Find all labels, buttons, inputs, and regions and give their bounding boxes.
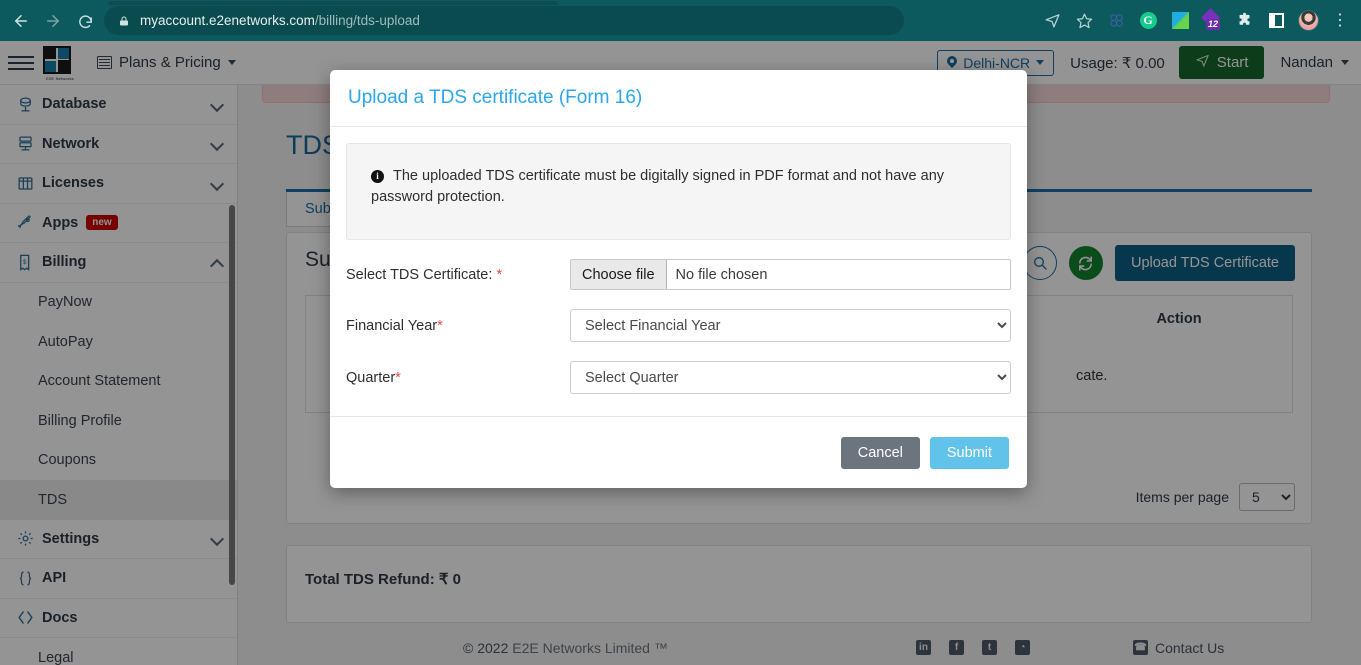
modal-header: Upload a TDS certificate (Form 16) bbox=[330, 70, 1027, 127]
modal-body: i The uploaded TDS certificate must be di… bbox=[330, 127, 1027, 416]
required-marker: * bbox=[437, 317, 443, 334]
browser-tab-strip[interactable] bbox=[0, 0, 1361, 5]
info-alert: i The uploaded TDS certificate must be di… bbox=[346, 143, 1011, 240]
bookmark-star-icon[interactable] bbox=[1069, 6, 1099, 35]
form-row-quarter: Quarter* Select Quarter bbox=[346, 361, 1011, 394]
cancel-button[interactable]: Cancel bbox=[840, 436, 920, 469]
submit-button[interactable]: Submit bbox=[929, 436, 1009, 469]
upload-tds-modal: Upload a TDS certificate (Form 16) i The … bbox=[330, 70, 1027, 488]
choose-file-button[interactable]: Choose file bbox=[571, 260, 667, 289]
purple-badge-count: 12 bbox=[1206, 18, 1221, 30]
forward-arrow-icon[interactable] bbox=[40, 8, 66, 34]
quarter-select[interactable]: Select Quarter bbox=[570, 361, 1011, 394]
back-arrow-icon[interactable] bbox=[8, 8, 34, 34]
select-tds-certificate-label: Select TDS Certificate: * bbox=[346, 266, 503, 283]
financial-year-select[interactable]: Select Financial Year bbox=[570, 309, 1011, 342]
info-alert-text: The uploaded TDS certificate must be dig… bbox=[371, 168, 945, 206]
required-marker: * bbox=[496, 266, 503, 283]
address-bar[interactable]: myaccount.e2enetworks.com/billing/tds-up… bbox=[104, 6, 904, 35]
puzzle-extensions-icon[interactable] bbox=[1229, 6, 1259, 35]
modal-title: Upload a TDS certificate (Form 16) bbox=[348, 87, 643, 108]
file-name-status: No file chosen bbox=[675, 266, 768, 283]
modal-footer: Cancel Submit bbox=[330, 416, 1027, 488]
browser-chrome: myaccount.e2enetworks.com/billing/tds-up… bbox=[0, 0, 1361, 41]
send-icon[interactable] bbox=[1037, 6, 1067, 35]
required-marker: * bbox=[395, 369, 401, 386]
purple-diamond-icon[interactable]: 12 bbox=[1197, 6, 1227, 35]
grammarly-icon[interactable]: G bbox=[1133, 6, 1163, 35]
form-row-file: Select TDS Certificate: * Choose file No… bbox=[346, 259, 1011, 290]
url-text: myaccount.e2enetworks.com/billing/tds-up… bbox=[140, 13, 420, 28]
financial-year-label: Financial Year* bbox=[346, 317, 443, 334]
info-icon: i bbox=[371, 170, 384, 184]
window-icon[interactable] bbox=[1261, 6, 1291, 35]
browser-toolbar-icons: G 12 ⋮ bbox=[1035, 6, 1355, 35]
chrome-menu-icon[interactable]: ⋮ bbox=[1325, 6, 1355, 35]
quarter-label: Quarter* bbox=[346, 369, 401, 386]
lock-icon bbox=[118, 14, 130, 28]
file-input[interactable]: Choose file No file chosen bbox=[570, 259, 1011, 290]
reload-icon[interactable] bbox=[72, 8, 98, 34]
color-square-icon[interactable] bbox=[1165, 6, 1195, 35]
extension-brain-icon[interactable] bbox=[1101, 6, 1131, 35]
profile-avatar[interactable] bbox=[1293, 6, 1323, 35]
form-row-financial-year: Financial Year* Select Financial Year bbox=[346, 309, 1011, 342]
